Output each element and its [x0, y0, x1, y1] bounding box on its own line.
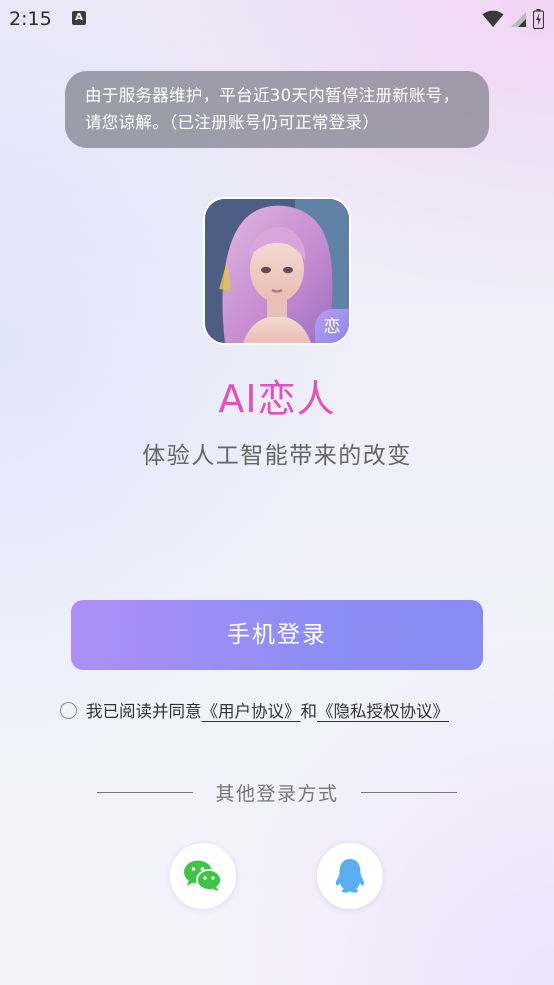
wechat-icon: [184, 860, 222, 891]
notification-icon: A: [72, 11, 86, 25]
cellular-signal-icon: [511, 11, 526, 27]
status-bar: 2:15 A: [0, 0, 554, 38]
wechat-login-button[interactable]: [170, 843, 236, 909]
privacy-agreement-link[interactable]: 《隐私授权协议》: [317, 698, 449, 722]
qq-login-button[interactable]: [317, 843, 383, 909]
divider-line-left: [97, 791, 193, 793]
status-time: 2:15: [9, 8, 52, 30]
status-icons: [482, 8, 544, 30]
user-agreement-link[interactable]: 《用户协议》: [202, 698, 301, 722]
agreement-row: 我已阅读并同意 《用户协议》 和 《隐私授权协议》: [60, 697, 449, 723]
app-tagline: 体验人工智能带来的改变: [142, 443, 412, 469]
agreement-and: 和: [300, 702, 318, 721]
battery-icon: [533, 9, 544, 29]
phone-login-button[interactable]: 手机登录: [71, 600, 483, 670]
qq-icon: [335, 859, 365, 893]
maintenance-notice: 由于服务器维护，平台近30天内暂停注册新账号，请您谅解。（已注册账号仍可正常登录…: [65, 71, 489, 148]
agreement-prefix: 我已阅读并同意: [86, 702, 202, 721]
divider-line-right: [360, 791, 457, 793]
app-badge: 恋: [315, 309, 349, 343]
other-login-divider: 其他登录方式: [97, 779, 457, 805]
agreement-checkbox[interactable]: [60, 701, 77, 719]
wifi-icon: [482, 10, 504, 27]
app-name: AI恋人: [218, 377, 336, 421]
other-login-title: 其他登录方式: [215, 782, 339, 805]
app-logo: 恋: [203, 197, 351, 345]
